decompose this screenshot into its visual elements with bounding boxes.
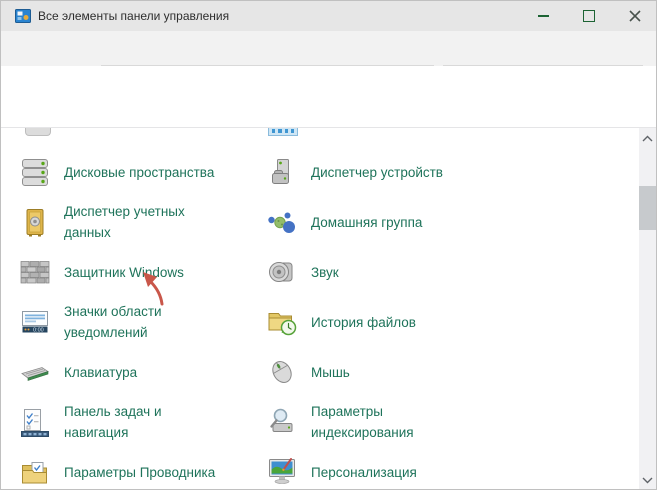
scrollbar-thumb[interactable]: [639, 186, 656, 230]
mouse-icon: [266, 356, 298, 388]
item-file-explorer-options[interactable]: Параметры Проводника: [19, 447, 266, 490]
item-label: Панель задач и навигация: [64, 401, 162, 443]
vertical-scrollbar[interactable]: [639, 128, 656, 490]
item-credential-manager[interactable]: Диспетчер учетных данных: [19, 197, 266, 247]
maximize-icon: [583, 10, 595, 22]
notification-area-icons-icon: 0:00: [19, 306, 51, 338]
partial-item-icon: [25, 128, 51, 136]
item-label: Параметры индексирования: [311, 401, 414, 443]
item-label: Звук: [311, 262, 339, 283]
minimize-icon: [538, 15, 549, 17]
window-title: Все элементы панели управления: [38, 1, 229, 31]
homegroup-icon: [266, 206, 298, 238]
item-keyboard[interactable]: Клавиатура: [19, 347, 266, 397]
item-mouse[interactable]: Мышь: [266, 347, 623, 397]
items-area: Дисковые пространства Диспетчер устройст…: [1, 128, 656, 490]
svg-text:0:00: 0:00: [33, 328, 44, 334]
control-panel-app-icon: [15, 8, 31, 24]
titlebar: Все элементы панели управления: [1, 1, 656, 31]
chevron-up-icon: [642, 135, 653, 142]
item-storage-spaces[interactable]: Дисковые пространства: [19, 147, 266, 197]
items-grid: Дисковые пространства Диспетчер устройст…: [19, 147, 623, 490]
item-label: Дисковые пространства: [64, 162, 214, 183]
close-button[interactable]: [612, 1, 657, 31]
item-label: Клавиатура: [64, 362, 137, 383]
item-label: Диспетчер устройств: [311, 162, 443, 183]
header-area: Настройка параметров компьютера Просмотр…: [1, 66, 656, 127]
taskbar-navigation-icon: [19, 406, 51, 438]
partial-item-icon: [268, 128, 298, 136]
storage-spaces-icon: [19, 156, 51, 188]
item-label: Диспетчер учетных данных: [64, 201, 185, 243]
device-manager-icon: [266, 156, 298, 188]
annotation-arrow-icon: [138, 269, 168, 307]
item-personalization[interactable]: Персонализация: [266, 447, 623, 490]
maximize-button[interactable]: [566, 1, 612, 31]
item-taskbar-navigation[interactable]: Панель задач и навигация: [19, 397, 266, 447]
scrollbar-up-button[interactable]: [639, 130, 656, 147]
item-label: Домашняя группа: [311, 212, 422, 233]
minimize-button[interactable]: [520, 1, 566, 31]
windows-defender-icon: [19, 256, 51, 288]
personalization-icon: [266, 456, 298, 488]
item-homegroup[interactable]: Домашняя группа: [266, 197, 623, 247]
item-device-manager[interactable]: Диспетчер устройств: [266, 147, 623, 197]
indexing-options-icon: [266, 406, 298, 438]
scrollbar-down-button[interactable]: [639, 472, 656, 489]
item-sound[interactable]: Звук: [266, 247, 623, 297]
credential-manager-icon: [19, 206, 51, 238]
item-label: Значки области уведомлений: [64, 301, 162, 343]
file-history-icon: [266, 306, 298, 338]
sound-icon: [266, 256, 298, 288]
item-file-history[interactable]: История файлов: [266, 297, 623, 347]
item-label: Персонализация: [311, 462, 417, 483]
navigation-bar: › Пан... › Все элементы панели ... › ↻: [1, 31, 656, 66]
control-panel-window: Все элементы панели управления: [0, 0, 657, 490]
keyboard-icon: [19, 356, 51, 388]
close-icon: [629, 10, 641, 22]
item-indexing-options[interactable]: Параметры индексирования: [266, 397, 623, 447]
file-explorer-options-icon: [19, 456, 51, 488]
item-label: Параметры Проводника: [64, 462, 215, 483]
chevron-down-icon: [642, 477, 653, 484]
item-label: Мышь: [311, 362, 350, 383]
item-label: История файлов: [311, 312, 416, 333]
